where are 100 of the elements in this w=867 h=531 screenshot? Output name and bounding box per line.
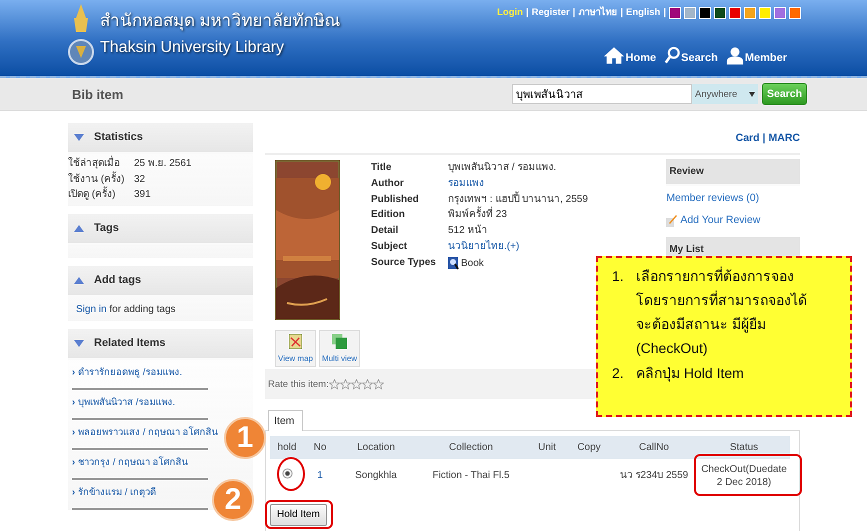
star-icon[interactable]: [350, 378, 362, 390]
stat-value: 32: [134, 172, 146, 186]
rate-label: Rate this item:: [268, 378, 329, 390]
expand-arrow-icon[interactable]: [74, 277, 84, 284]
chevron-icon: ›: [72, 397, 76, 408]
view-map-button[interactable]: View map: [275, 330, 316, 367]
search-field[interactable]: บุพเพสันนิวาส: [512, 84, 692, 104]
column-header: Collection: [449, 442, 493, 453]
chevron-icon: ›: [72, 427, 76, 438]
library-name-thai: สำนักหอสมุด มหาวิทยาลัยทักษิณ: [100, 10, 341, 32]
add-review-link[interactable]: Add Your Review: [680, 214, 760, 227]
field-label: Author: [371, 176, 405, 191]
panel-header: Review: [666, 159, 800, 186]
section-title: Add tags: [94, 274, 142, 287]
column-header: Unit: [538, 442, 556, 453]
field-link[interactable]: รอมแพง: [448, 176, 484, 193]
item-tab[interactable]: Item: [268, 410, 304, 431]
table-cell: นว ร234บ 2559: [620, 470, 688, 481]
column-header: Location: [357, 442, 395, 453]
library-name: Thaksin University Library: [100, 38, 284, 58]
instruction-step: 2. คลิกปุ่ม Hold Item: [612, 361, 842, 385]
theme-color-swatch[interactable]: [669, 6, 681, 18]
column-header: Copy: [577, 442, 601, 453]
nav-link[interactable]: Member: [744, 52, 787, 65]
field-label: Source Types: [371, 256, 437, 270]
chevron-icon: ›: [72, 367, 76, 378]
scope-dropdown[interactable]: Anywhere: [692, 84, 758, 104]
instruction-step: 1. เลือกรายการที่ต้องการจอง โดยรายการที่สามารถจองได้ จะต้องมีสถานะ มีผู้ยืม (CheckOut): [612, 264, 842, 360]
column-header: CallNo: [638, 442, 669, 453]
chevron-icon: ›: [72, 487, 76, 498]
separator: |: [572, 6, 576, 19]
table-cell: CheckOut(Duedate 2 Dec 2018): [701, 464, 787, 488]
member-reviews-link[interactable]: Member reviews (0): [666, 192, 800, 205]
related-item-link[interactable]: บุพเพสันนิวาส /รอมแพง.: [78, 397, 176, 408]
card-link[interactable]: Card: [736, 131, 760, 145]
column-header: Status: [730, 442, 758, 453]
stat-label: ใช้งาน (ครั้ง): [68, 172, 126, 186]
field-label: Edition: [371, 208, 406, 222]
stat-label: เปิดดู (ครั้ง): [68, 188, 130, 204]
user-icon[interactable]: [726, 46, 744, 65]
section-title: Tags: [94, 222, 119, 235]
column-header: hold: [278, 442, 296, 453]
star-icon[interactable]: [328, 378, 340, 390]
hold-item-button[interactable]: Hold Item: [270, 504, 327, 526]
book-search-icon: [448, 257, 459, 270]
pencil-icon: [666, 214, 678, 226]
theme-color-swatch[interactable]: [744, 6, 756, 18]
theme-color-swatch[interactable]: [759, 6, 771, 18]
field-value: 512 หน้า: [448, 224, 488, 238]
star-icon[interactable]: [372, 378, 384, 390]
field-label: Detail: [371, 224, 400, 238]
table-cell: Fiction - Thai Fl.5: [432, 470, 510, 481]
star-icon[interactable]: [362, 378, 373, 390]
radio-selected[interactable]: [282, 468, 292, 479]
separator: |: [620, 6, 624, 19]
field-value: กรุงเทพฯ : แฮปปี้ บานานา, 2559: [448, 192, 588, 206]
theme-color-swatch[interactable]: [789, 6, 801, 18]
table-cell: Songkhla: [355, 470, 397, 481]
field-value: พิมพ์ครั้งที่ 23: [448, 208, 507, 224]
field-link[interactable]: นวนิยายไทย.(+): [448, 240, 520, 256]
field-value: บุพเพสันนิวาส / รอมแพง.: [448, 161, 556, 175]
theme-color-swatch[interactable]: [729, 6, 741, 18]
theme-color-swatch[interactable]: [774, 6, 786, 18]
collapse-arrow-icon[interactable]: [74, 134, 84, 141]
nav-link[interactable]: Search: [681, 52, 718, 65]
table-cell: 1: [317, 470, 323, 481]
separator: |: [663, 6, 666, 19]
star-icon[interactable]: [340, 378, 351, 390]
collapse-arrow-icon[interactable]: [74, 340, 84, 347]
highlight-ring: [277, 457, 305, 491]
map-icon: [289, 334, 302, 349]
column-header: No: [314, 442, 326, 453]
related-item-link[interactable]: ดำรารักยอดพธู /รอมแพง.: [78, 367, 182, 378]
highlight-ring: [265, 500, 333, 529]
home-icon[interactable]: [602, 46, 625, 65]
field-value: Book: [461, 257, 484, 270]
stat-value: 25 พ.ย. 2561: [134, 157, 192, 171]
hint-text: for adding tags: [109, 304, 176, 315]
page-title: Bib item: [72, 86, 124, 102]
stat-value: 391: [134, 188, 151, 202]
nav-link[interactable]: Home: [626, 52, 656, 65]
theme-color-swatch[interactable]: [699, 6, 711, 18]
related-item-link[interactable]: ชาวกรุง / กฤษณา อโศกสิน: [78, 457, 188, 468]
dropdown-caret-icon: [749, 92, 755, 96]
theme-color-swatch[interactable]: [714, 6, 726, 18]
field-label: Published: [371, 192, 420, 207]
sign-in-link[interactable]: Sign in: [76, 304, 107, 315]
chevron-icon: ›: [72, 457, 76, 468]
marc-link[interactable]: MARC: [768, 131, 800, 145]
section-title: Statistics: [94, 131, 143, 144]
section-title: Related Items: [94, 337, 166, 350]
search-icon[interactable]: [664, 46, 680, 65]
step-marker: 2: [212, 479, 254, 521]
field-label: Title: [371, 161, 392, 175]
related-item-link[interactable]: พลอยพราวแสง / กฤษณา อโศกสิน: [78, 427, 218, 438]
expand-arrow-icon[interactable]: [74, 225, 84, 232]
related-item-link[interactable]: รักข้างแรม / เกตุวดี: [78, 487, 156, 498]
separator: |: [526, 6, 529, 19]
theme-color-swatch[interactable]: [684, 6, 696, 18]
multi-view-button[interactable]: Multi view: [319, 330, 360, 367]
